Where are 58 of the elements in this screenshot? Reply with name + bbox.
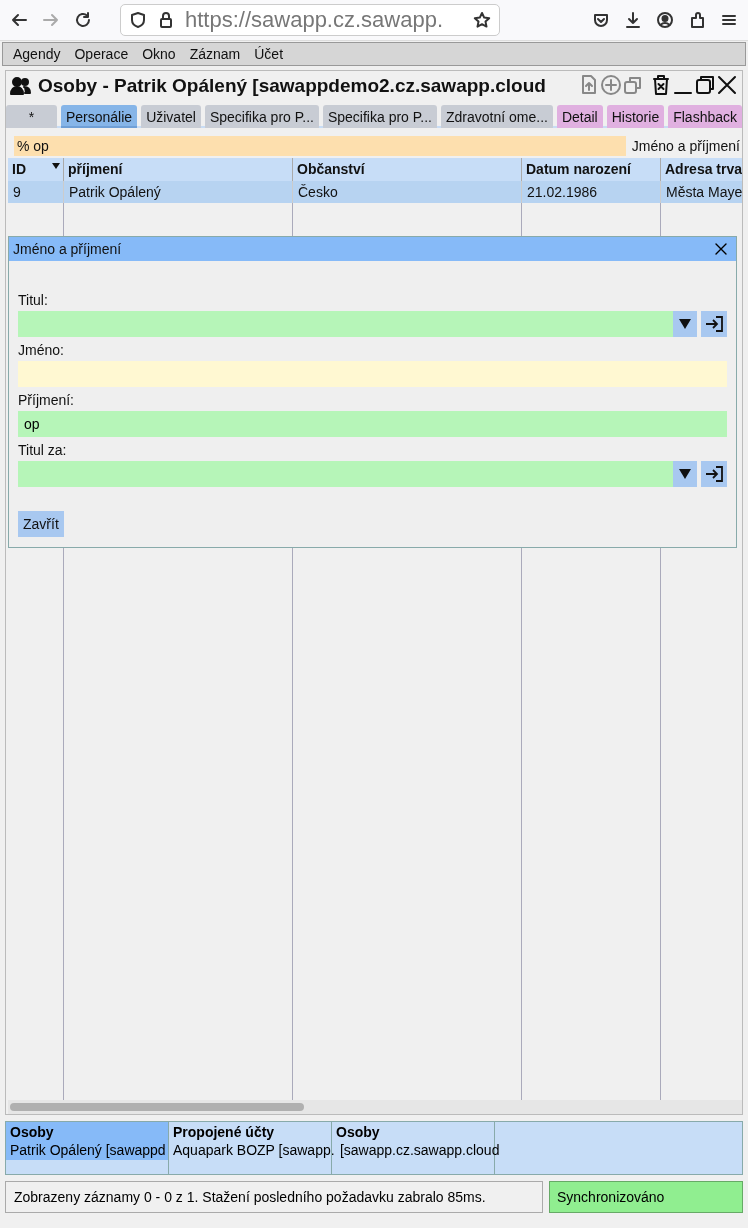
menu-item[interactable]: Účet — [248, 46, 290, 62]
menu-item[interactable]: Operace — [68, 46, 135, 62]
open-record-icon[interactable] — [701, 461, 727, 487]
download-icon[interactable] — [624, 11, 642, 29]
table-cell: 9 — [8, 181, 64, 203]
table-cell: Česko — [293, 181, 522, 203]
input-field[interactable]: op — [18, 411, 727, 437]
dropdown-field[interactable] — [18, 461, 697, 487]
shield-icon — [129, 11, 147, 29]
task-item[interactable]: Osoby Patrik Opálený [sawappd — [6, 1122, 169, 1174]
close-icon[interactable] — [714, 242, 728, 256]
tab[interactable]: Zdravotní ome... — [441, 105, 553, 128]
account-icon[interactable] — [656, 11, 674, 29]
table-cell: 21.02.1986 — [522, 181, 661, 203]
field-label: Titul: — [18, 291, 49, 310]
task-item[interactable]: Propojené účty Aquapark BOZP [sawapp. — [169, 1122, 332, 1174]
back-icon[interactable] — [10, 11, 28, 29]
star-icon[interactable] — [473, 11, 491, 29]
people-icon — [10, 75, 32, 97]
tab[interactable]: Specifika pro P... — [322, 105, 437, 128]
horizontal-scrollbar[interactable] — [8, 1100, 742, 1114]
status-message: Zobrazeny záznamy 0 - 0 z 1. Stažení posledního požadavku zabralo 85ms. — [5, 1181, 543, 1213]
address-bar[interactable]: https://sawapp.cz.sawapp. — [120, 4, 500, 36]
tab[interactable]: Personálie — [60, 105, 138, 128]
close-icon[interactable] — [716, 73, 738, 96]
menu-item[interactable]: Okno — [136, 46, 182, 62]
window-title: Osoby - Patrik Opálený [sawappdemo2.cz.sawapp.cloud — [38, 75, 547, 97]
tab[interactable]: Historie — [606, 105, 665, 128]
sync-status: Synchronizováno — [549, 1181, 743, 1213]
delete-icon[interactable] — [650, 73, 672, 96]
dropdown-arrow-icon[interactable] — [679, 319, 691, 329]
tab[interactable]: Uživatel — [141, 105, 201, 128]
tab[interactable]: * — [6, 105, 57, 128]
maximize-icon[interactable] — [694, 73, 716, 96]
filter-field[interactable]: % op — [14, 136, 626, 156]
dialog-title: Jméno a příjmení — [13, 241, 122, 257]
field-label: Jméno: — [18, 341, 65, 360]
add-icon[interactable] — [600, 73, 622, 96]
field-label: Příjmení: — [18, 391, 75, 410]
input-field[interactable] — [18, 361, 727, 387]
pocket-icon[interactable] — [592, 11, 610, 29]
tab[interactable]: Flashback — [668, 105, 742, 128]
open-record-icon[interactable] — [701, 311, 727, 337]
dropdown-arrow-icon[interactable] — [679, 469, 691, 479]
dropdown-field[interactable] — [18, 311, 697, 337]
extensions-icon[interactable] — [688, 11, 706, 29]
lock-icon — [157, 11, 175, 29]
filter-label: Jméno a příjmení — [631, 138, 740, 154]
table-cell: Města Maye — [661, 181, 742, 203]
table-cell: Patrik Opálený — [64, 181, 293, 203]
column-header[interactable]: Adresa trva — [661, 158, 742, 181]
menu-item[interactable]: Agendy — [7, 46, 67, 62]
tab[interactable]: Detail — [556, 105, 603, 128]
tab[interactable]: Specifika pro P... — [204, 105, 319, 128]
reload-icon[interactable] — [74, 11, 92, 29]
field-label: Titul za: — [18, 441, 68, 460]
close-button[interactable]: Zavřít — [18, 511, 64, 537]
menu-item[interactable]: Záznam — [183, 46, 247, 62]
